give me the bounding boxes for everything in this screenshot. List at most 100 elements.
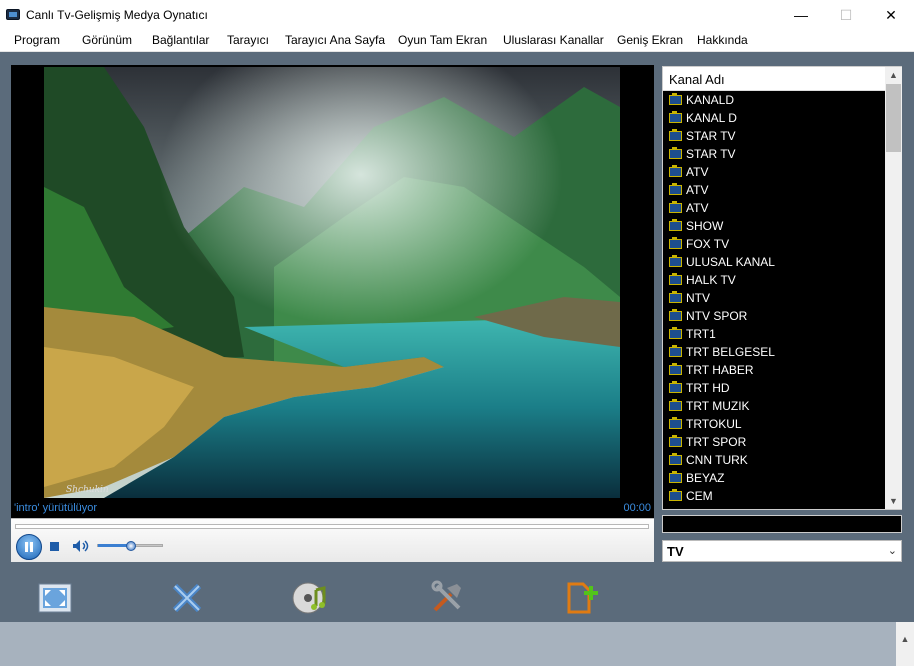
channel-item[interactable]: STAR TV bbox=[663, 127, 885, 145]
folder-icon bbox=[669, 489, 682, 501]
channel-item[interactable]: CEM bbox=[663, 487, 885, 505]
channel-name: TRT1 bbox=[686, 327, 716, 341]
menu-oyun-tam-ekran[interactable]: Oyun Tam Ekran bbox=[398, 33, 487, 47]
channel-list-scrollbar[interactable]: ▲ ▼ bbox=[885, 67, 902, 509]
tools-icon bbox=[431, 580, 461, 612]
folder-icon bbox=[669, 345, 682, 357]
fullscreen-button[interactable] bbox=[37, 580, 73, 616]
folder-icon bbox=[669, 417, 682, 429]
folder-icon bbox=[669, 309, 682, 321]
video-player[interactable]: Shchukin bbox=[11, 65, 654, 518]
folder-icon bbox=[669, 237, 682, 249]
channel-item[interactable]: ATV bbox=[663, 163, 885, 181]
channel-search-input[interactable] bbox=[662, 515, 902, 533]
folder-icon bbox=[669, 399, 682, 411]
channel-item[interactable]: FOX TV bbox=[663, 235, 885, 253]
add-channel-button[interactable] bbox=[565, 580, 601, 616]
playback-status: 'intro' yürütülüyor bbox=[14, 502, 98, 514]
music-disc-icon bbox=[292, 582, 326, 614]
channel-name: STAR TV bbox=[686, 147, 736, 161]
folder-icon bbox=[669, 219, 682, 231]
category-selected: TV bbox=[667, 544, 684, 559]
channel-name: HALK TV bbox=[686, 273, 736, 287]
channel-name: BEYAZ bbox=[686, 471, 725, 485]
menu-tarayici[interactable]: Tarayıcı bbox=[227, 33, 269, 47]
seek-bar[interactable] bbox=[15, 524, 649, 529]
channel-item[interactable]: SHOW bbox=[663, 217, 885, 235]
player-controls bbox=[11, 518, 654, 562]
volume-slider[interactable] bbox=[97, 541, 163, 551]
menu-genis-ekran[interactable]: Geniş Ekran bbox=[617, 33, 683, 47]
fullscreen-icon bbox=[38, 583, 72, 613]
channel-name: NTV SPOR bbox=[686, 309, 748, 323]
channel-name: TRTOKUL bbox=[686, 417, 742, 431]
settings-button[interactable] bbox=[429, 580, 465, 616]
channel-item[interactable]: TRT MUZIK bbox=[663, 397, 885, 415]
speaker-icon[interactable] bbox=[71, 539, 91, 553]
menu-program[interactable]: Program bbox=[14, 33, 60, 47]
channel-name: KANALD bbox=[686, 93, 735, 107]
channel-item[interactable]: TRT SPOR bbox=[663, 433, 885, 451]
channel-name: ATV bbox=[686, 165, 709, 179]
folder-icon bbox=[669, 471, 682, 483]
folder-icon bbox=[669, 183, 682, 195]
scroll-down-icon[interactable]: ▼ bbox=[885, 493, 902, 509]
channel-item[interactable]: STAR TV bbox=[663, 145, 885, 163]
channel-item[interactable]: TRTOKUL bbox=[663, 415, 885, 433]
scroll-up-icon[interactable]: ▲ bbox=[885, 67, 902, 83]
menu-uluslarasi-kanallar[interactable]: Uluslarası Kanallar bbox=[503, 33, 604, 47]
folder-icon bbox=[669, 363, 682, 375]
channel-item[interactable]: TRT HABER bbox=[663, 361, 885, 379]
channel-list[interactable]: KANALD KANAL D STAR TV STAR TV ATV ATV ATV SHOW… bbox=[663, 91, 885, 509]
channel-item[interactable]: ATV bbox=[663, 181, 885, 199]
music-button[interactable] bbox=[292, 580, 328, 616]
channel-item[interactable]: ULUSAL KANAL bbox=[663, 253, 885, 271]
bottom-panel bbox=[0, 622, 914, 666]
channel-name: TRT SPOR bbox=[686, 435, 747, 449]
channel-item[interactable]: KANAL D bbox=[663, 109, 885, 127]
channel-item[interactable]: KANALD bbox=[663, 91, 885, 109]
channel-name: STAR TV bbox=[686, 129, 736, 143]
volume-thumb[interactable] bbox=[126, 541, 136, 551]
tools-cross-button[interactable] bbox=[169, 580, 205, 616]
folder-icon bbox=[669, 255, 682, 267]
close-button[interactable]: ✕ bbox=[868, 0, 914, 30]
channel-item[interactable]: TRT BELGESEL bbox=[663, 343, 885, 361]
maximize-button[interactable]: ☐ bbox=[823, 0, 869, 30]
channel-name: ATV bbox=[686, 183, 709, 197]
add-file-icon bbox=[567, 582, 598, 614]
playback-time: 00:00 bbox=[623, 502, 651, 514]
pause-button[interactable] bbox=[16, 534, 42, 560]
stop-button[interactable] bbox=[50, 542, 59, 551]
menu-baglantilar[interactable]: Bağlantılar bbox=[152, 33, 209, 47]
menu-tarayici-ana-sayfa[interactable]: Tarayıcı Ana Sayfa bbox=[285, 33, 385, 47]
channel-name: ULUSAL KANAL bbox=[686, 255, 775, 269]
channel-item[interactable]: NTV SPOR bbox=[663, 307, 885, 325]
channel-item[interactable]: NTV bbox=[663, 289, 885, 307]
channel-item[interactable]: BEYAZ bbox=[663, 469, 885, 487]
folder-icon bbox=[669, 327, 682, 339]
channel-item[interactable]: TRT1 bbox=[663, 325, 885, 343]
folder-icon bbox=[669, 273, 682, 285]
category-select[interactable]: TV ⌄ bbox=[662, 540, 902, 562]
channel-name: CEM bbox=[686, 489, 713, 503]
channel-item[interactable]: CNN TURK bbox=[663, 451, 885, 469]
channel-name: FOX TV bbox=[686, 237, 730, 251]
video-watermark: Shchukin bbox=[66, 485, 109, 495]
channel-item[interactable]: ATV bbox=[663, 199, 885, 217]
channel-name: SHOW bbox=[686, 219, 724, 233]
folder-icon bbox=[669, 381, 682, 393]
menu-gorunum[interactable]: Görünüm bbox=[82, 33, 132, 47]
cross-arrows-icon bbox=[172, 583, 202, 613]
channel-item[interactable]: HALK TV bbox=[663, 271, 885, 289]
channel-list-header[interactable]: Kanal Adı bbox=[663, 67, 885, 91]
scroll-thumb[interactable] bbox=[886, 84, 901, 152]
title-bar: Canlı Tv-Gelişmiş Medya Oynatıcı — ☐ ✕ bbox=[0, 0, 914, 30]
page-scroll-up-icon[interactable]: ▲ bbox=[896, 622, 914, 666]
menu-hakkinda[interactable]: Hakkında bbox=[697, 33, 748, 47]
video-frame[interactable]: Shchukin bbox=[44, 67, 620, 498]
channel-name: NTV bbox=[686, 291, 710, 305]
folder-icon bbox=[669, 453, 682, 465]
channel-item[interactable]: TRT HD bbox=[663, 379, 885, 397]
minimize-button[interactable]: — bbox=[778, 0, 824, 30]
